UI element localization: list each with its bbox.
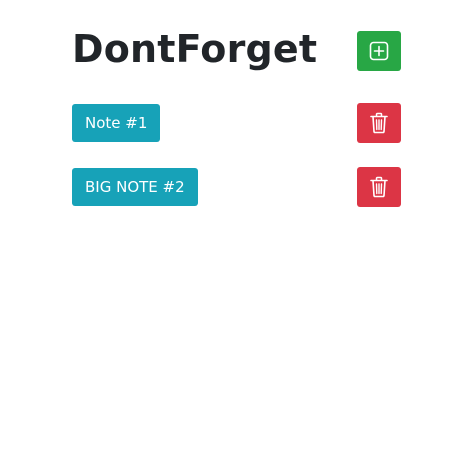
note-item-1[interactable]: Note #1	[72, 104, 161, 142]
note-item-2[interactable]: BIG NOTE #2	[72, 168, 198, 206]
app-title: DontForget	[72, 27, 318, 71]
plus-square-icon	[369, 41, 389, 61]
add-note-button[interactable]	[357, 31, 401, 71]
trash-icon	[370, 112, 388, 134]
trash-icon	[370, 176, 388, 198]
delete-note-2-button[interactable]	[357, 167, 401, 207]
delete-note-1-button[interactable]	[357, 103, 401, 143]
